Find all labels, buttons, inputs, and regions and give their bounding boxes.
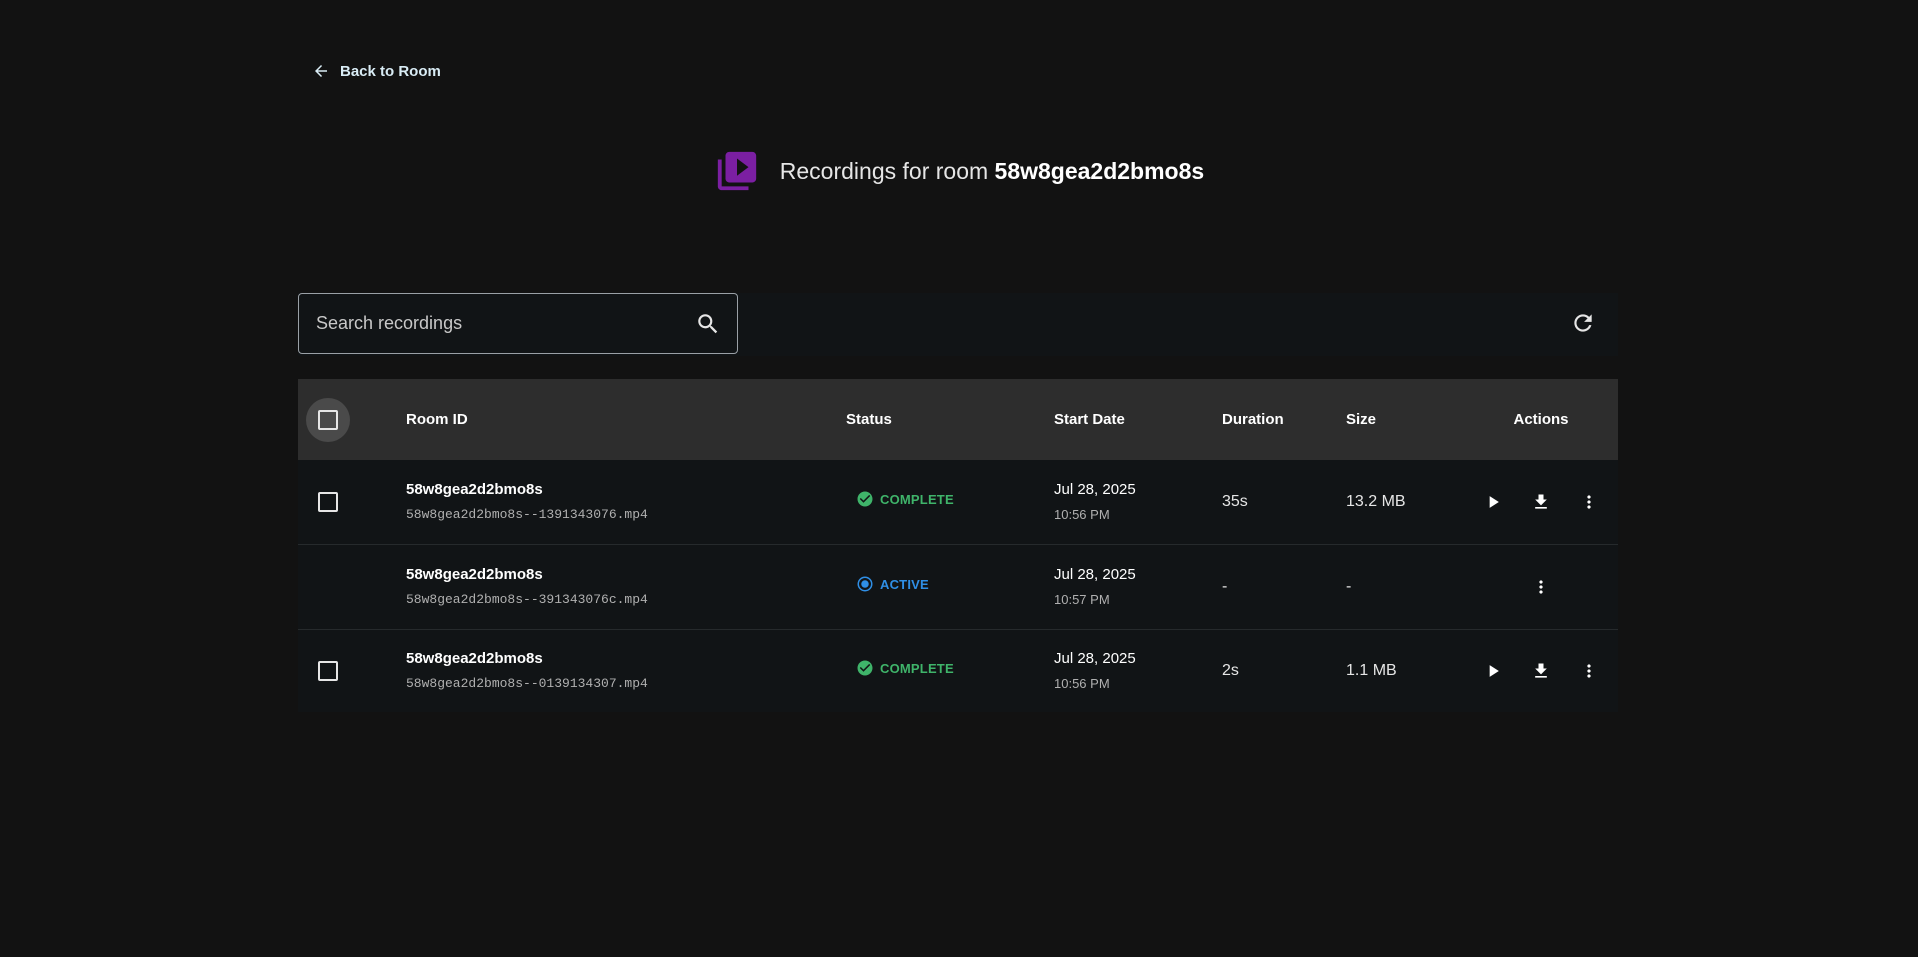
status-label: COMPLETE	[880, 491, 954, 507]
date-cell: Jul 28, 2025 10:56 PM	[1054, 629, 1222, 712]
start-date: Jul 28, 2025	[1054, 481, 1136, 499]
download-button[interactable]	[1529, 659, 1553, 683]
duration: -	[1222, 577, 1228, 595]
search-icon[interactable]	[695, 311, 721, 337]
file-name: 58w8gea2d2bmo8s--1391343076.mp4	[406, 507, 648, 523]
column-header-actions: Actions	[1513, 411, 1569, 428]
room-cell: 58w8gea2d2bmo8s 58w8gea2d2bmo8s--0139134…	[406, 629, 846, 712]
row-select-cell	[298, 544, 406, 629]
status-badge: COMPLETE	[856, 659, 954, 677]
more-vertical-icon	[1587, 495, 1591, 509]
video-library-icon	[717, 151, 756, 191]
search-field[interactable]	[298, 293, 738, 354]
radio-active-icon	[857, 576, 873, 592]
table-row[interactable]: 58w8gea2d2bmo8s 58w8gea2d2bmo8s--0139134…	[298, 629, 1618, 712]
toolbar	[298, 293, 1618, 356]
play-icon	[1489, 664, 1499, 677]
column-header-status[interactable]: Status	[846, 379, 1054, 460]
room-id: 58w8gea2d2bmo8s	[406, 566, 543, 583]
row-select-cell	[298, 629, 406, 712]
room-cell: 58w8gea2d2bmo8s 58w8gea2d2bmo8s--1391343…	[406, 460, 846, 544]
start-date: Jul 28, 2025	[1054, 566, 1136, 583]
file-name: 58w8gea2d2bmo8s--391343076c.mp4	[406, 592, 648, 607]
size: -	[1346, 577, 1352, 595]
check-circle-icon	[857, 660, 873, 676]
column-header-duration[interactable]: Duration	[1222, 379, 1346, 460]
start-time: 10:57 PM	[1054, 592, 1110, 607]
recordings-table: Room ID Status Start Date Duration Size …	[298, 379, 1618, 712]
check-circle-icon	[857, 491, 873, 507]
play-button[interactable]	[1481, 659, 1505, 683]
status-label: COMPLETE	[880, 660, 954, 676]
refresh-icon	[1574, 314, 1592, 332]
status-badge: COMPLETE	[856, 490, 954, 508]
play-button[interactable]	[1481, 490, 1505, 514]
select-all-halo[interactable]	[306, 397, 350, 442]
room-cell: 58w8gea2d2bmo8s 58w8gea2d2bmo8s--3913430…	[406, 544, 846, 629]
search-input[interactable]	[316, 313, 695, 334]
duration: 35s	[1222, 492, 1248, 510]
more-vertical-icon	[1587, 664, 1591, 678]
more-options-button[interactable]	[1529, 575, 1553, 599]
title-room-id: 58w8gea2d2bmo8s	[994, 157, 1205, 184]
actions-cell	[1464, 629, 1618, 712]
download-icon	[1535, 494, 1547, 509]
back-to-room-link[interactable]: Back to Room	[312, 62, 441, 80]
more-options-button[interactable]	[1577, 659, 1601, 683]
more-vertical-icon	[1539, 579, 1543, 594]
row-checkbox[interactable]	[318, 660, 338, 681]
room-id: 58w8gea2d2bmo8s	[406, 481, 543, 499]
row-select-cell	[298, 460, 406, 544]
select-all-cell	[298, 379, 406, 460]
table-row[interactable]: 58w8gea2d2bmo8s 58w8gea2d2bmo8s--3913430…	[298, 544, 1618, 629]
back-link-label: Back to Room	[340, 62, 441, 80]
file-name: 58w8gea2d2bmo8s--0139134307.mp4	[406, 676, 648, 692]
play-icon	[1489, 495, 1499, 508]
page-title: Recordings for room 58w8gea2d2bmo8s	[0, 148, 1918, 194]
start-time: 10:56 PM	[1054, 507, 1110, 523]
refresh-button[interactable]	[1570, 310, 1596, 336]
status-cell: COMPLETE	[846, 629, 1054, 712]
table-row[interactable]: 58w8gea2d2bmo8s 58w8gea2d2bmo8s--1391343…	[298, 460, 1618, 544]
column-header-room-id[interactable]: Room ID	[406, 379, 846, 460]
column-header-size[interactable]: Size	[1346, 379, 1464, 460]
size: 1.1 MB	[1346, 661, 1397, 679]
status-label: ACTIVE	[880, 576, 929, 592]
status-cell: COMPLETE	[846, 460, 1054, 544]
actions-cell	[1464, 460, 1618, 544]
download-icon	[1535, 663, 1547, 678]
duration: 2s	[1222, 661, 1239, 679]
download-button[interactable]	[1529, 490, 1553, 514]
date-cell: Jul 28, 2025 10:56 PM	[1054, 460, 1222, 544]
arrow-left-icon	[315, 65, 327, 77]
title-text: Recordings for room 58w8gea2d2bmo8s	[780, 158, 1204, 185]
start-date: Jul 28, 2025	[1054, 650, 1136, 668]
select-all-checkbox[interactable]	[318, 409, 338, 430]
column-header-start-date[interactable]: Start Date	[1054, 379, 1222, 460]
date-cell: Jul 28, 2025 10:57 PM	[1054, 544, 1222, 629]
room-id: 58w8gea2d2bmo8s	[406, 650, 543, 668]
title-prefix: Recordings for room	[779, 157, 989, 184]
status-badge: ACTIVE	[856, 575, 929, 593]
row-checkbox[interactable]	[318, 491, 338, 512]
start-time: 10:56 PM	[1054, 676, 1110, 692]
recordings-panel: Room ID Status Start Date Duration Size …	[298, 293, 1618, 712]
actions-cell	[1464, 544, 1618, 629]
size: 13.2 MB	[1346, 492, 1406, 510]
status-cell: ACTIVE	[846, 544, 1054, 629]
more-options-button[interactable]	[1577, 490, 1601, 514]
table-header-row: Room ID Status Start Date Duration Size …	[298, 379, 1618, 460]
